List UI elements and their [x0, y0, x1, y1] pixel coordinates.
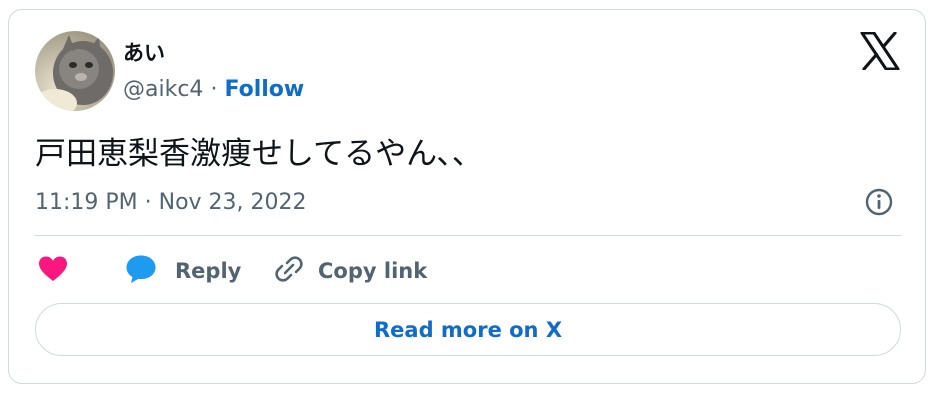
separator-dot: ·	[210, 77, 218, 102]
link-icon	[274, 254, 304, 288]
tweet-embed-card: あい @aikc4 · Follow 戸田恵梨香激痩せしてるやん､､ 11:19…	[8, 9, 926, 384]
divider	[35, 235, 901, 236]
display-name[interactable]: あい	[123, 40, 165, 66]
avatar[interactable]	[35, 31, 115, 111]
copy-link-label: Copy link	[318, 259, 428, 283]
read-more-label: Read more on X	[373, 317, 563, 342]
speech-bubble-icon	[125, 254, 157, 288]
copy-link-button[interactable]: Copy link	[274, 254, 427, 288]
x-logo-icon[interactable]	[860, 31, 900, 71]
read-more-button[interactable]: Read more on X	[35, 303, 901, 356]
author-handle-row: @aikc4 · Follow	[123, 76, 304, 104]
reply-button[interactable]: Reply	[125, 254, 241, 288]
info-icon[interactable]	[864, 187, 894, 217]
author-handle[interactable]: @aikc4	[123, 77, 203, 102]
heart-icon	[38, 255, 68, 287]
like-button[interactable]	[38, 254, 68, 288]
reply-label: Reply	[175, 259, 242, 283]
tweet-text: 戸田恵梨香激痩せしてるやん､､	[35, 136, 469, 172]
tweet-timestamp[interactable]: 11:19 PM · Nov 23, 2022	[35, 189, 307, 217]
follow-link[interactable]: Follow	[224, 77, 304, 102]
